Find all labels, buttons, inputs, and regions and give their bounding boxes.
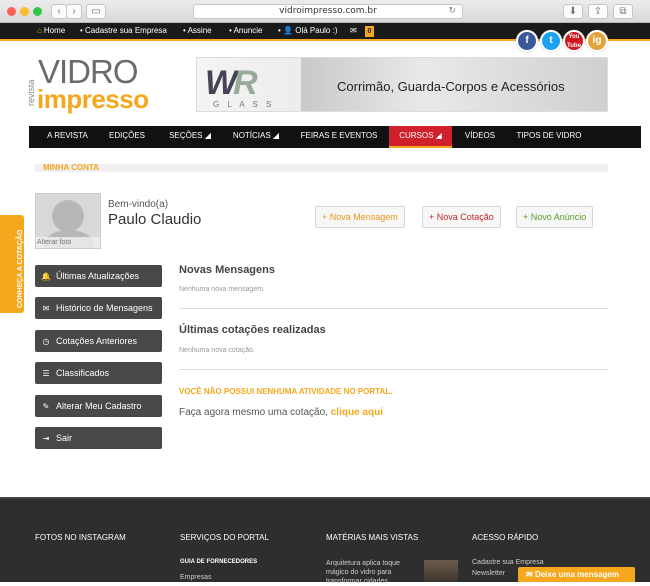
new-ad-button[interactable]: + Novo Anúncio <box>516 206 594 228</box>
nav-a-revista[interactable]: A REVISTA <box>40 126 95 148</box>
nav-feiras-eventos[interactable]: FEIRAS E EVENTOS <box>297 126 381 148</box>
back-button[interactable]: ‹ <box>51 4 67 19</box>
plus-icon: + <box>523 212 531 222</box>
click-here-link[interactable]: clique aqui <box>331 407 383 418</box>
section-divider <box>35 164 608 172</box>
main-nav: A REVISTA EDIÇÕES SEÇÕES ◢ NOTÍCIAS ◢ FE… <box>29 126 641 148</box>
nav-secoes[interactable]: SEÇÕES ◢ <box>165 126 215 148</box>
menu-edit-profile[interactable]: ✎ Alterar Meu Cadastro <box>35 395 162 417</box>
twitter-icon[interactable]: t <box>540 30 562 52</box>
section-title: MINHA CONTA <box>43 163 99 172</box>
sign-out-icon: ⇥ <box>42 434 50 443</box>
youtube-icon[interactable]: You Tube <box>563 30 585 52</box>
new-quote-button[interactable]: + Nova Cotação <box>422 206 501 228</box>
divider <box>179 369 608 370</box>
logo-revista: revista <box>26 79 36 106</box>
zoom-window-button[interactable] <box>33 7 42 16</box>
nav-noticias[interactable]: NOTÍCIAS ◢ <box>227 126 285 148</box>
menu-logout[interactable]: ⇥ Sair <box>35 427 162 449</box>
bell-icon: 🔔 <box>41 272 51 281</box>
new-messages-heading: Novas Mensagens <box>179 264 275 276</box>
menu-latest-updates[interactable]: 🔔 Últimas Atualizações <box>35 265 162 287</box>
banner-text: Corrimão, Guarda-Corpos e Acessórios <box>337 79 565 94</box>
footer-article-thumbnail[interactable] <box>424 560 458 582</box>
facebook-icon[interactable]: f <box>516 30 538 52</box>
latest-quotes-heading: Últimas cotações realizadas <box>179 324 326 336</box>
plus-icon: + <box>322 212 330 222</box>
footer-quick-cadastre[interactable]: Cadastre sua Empresa <box>472 559 544 566</box>
download-icon[interactable]: ⬇ <box>563 4 583 19</box>
message-count-badge: 0 <box>365 26 374 37</box>
avatar[interactable]: Alterar foto <box>35 193 101 249</box>
divider <box>179 308 608 309</box>
forward-button[interactable]: › <box>66 4 82 19</box>
user-icon: 👤 <box>283 26 293 35</box>
envelope-icon: ✉ <box>526 570 535 579</box>
reload-icon[interactable]: ↻ <box>448 5 456 18</box>
new-messages-empty: Nenhuma nova mensagem. <box>179 286 265 293</box>
change-photo-link[interactable]: Alterar foto <box>36 237 100 248</box>
menu-previous-quotes[interactable]: ◷ Cotações Anteriores <box>35 330 162 352</box>
minimize-window-button[interactable] <box>20 7 29 16</box>
close-window-button[interactable] <box>7 7 16 16</box>
menu-message-history[interactable]: ✉ Histórico de Mensagens <box>35 297 162 319</box>
footer-heading-instagram: FOTOS NO INSTAGRAM <box>35 533 126 542</box>
clock-icon: ◷ <box>42 337 50 346</box>
top-link-user[interactable]: • 👤 Olá Paulo :) <box>278 26 337 35</box>
nav-edicoes[interactable]: EDIÇÕES <box>103 126 151 148</box>
top-link-cadastre[interactable]: • Cadastre sua Empresa <box>80 26 167 35</box>
latest-quotes-empty: Nenhuma nova cotação. <box>179 347 255 354</box>
plus-icon: + <box>429 212 437 222</box>
pencil-icon: ✎ <box>42 402 50 411</box>
wr-glass-logo: WR <box>205 64 258 102</box>
instagram-icon[interactable]: ig <box>586 30 608 52</box>
welcome-text: Bem-vindo(a) <box>108 199 169 210</box>
quote-side-tab-label: CONHEÇA A COTAÇÃO <box>17 229 24 308</box>
url-text: vidroimpresso.com.br <box>279 6 377 16</box>
footer-quick-newsletter[interactable]: Newsletter <box>472 570 505 577</box>
tabs-icon[interactable]: ⧉ <box>613 4 633 19</box>
banner-glass-label: G L A S S <box>213 100 275 109</box>
new-message-button[interactable]: + Nova Mensagem <box>315 206 405 228</box>
footer-heading-most-viewed: MATÉRIAS MAIS VISTAS <box>326 533 419 542</box>
top-link-anuncie[interactable]: • Anuncie <box>229 26 263 35</box>
nav-cursos[interactable]: CURSOS ◢ <box>389 126 452 148</box>
browser-toolbar: ‹ › ▭ vidroimpresso.com.br ↻ ⬇ ⇪ ⧉ <box>0 0 650 23</box>
nav-tipos-vidro[interactable]: TIPOS DE VIDRO <box>512 126 586 148</box>
list-icon: ☰ <box>42 369 50 378</box>
envelope-icon: ✉ <box>42 304 50 313</box>
top-link-home[interactable]: ⌂ Home <box>37 26 65 35</box>
footer-heading-services: SERVIÇOS DO PORTAL <box>180 533 269 542</box>
chat-button[interactable]: ✉ Deixe uma mensagem <box>518 567 635 582</box>
menu-classifieds[interactable]: ☰ Classificados <box>35 362 162 384</box>
quote-cta: Faça agora mesmo uma cotação, clique aqu… <box>179 407 383 418</box>
address-bar[interactable]: vidroimpresso.com.br ↻ <box>193 4 463 19</box>
user-name: Paulo Claudio <box>108 211 202 228</box>
avatar-head-shape <box>52 200 84 232</box>
footer-guide-heading: GUIA DE FORNECEDORES <box>180 559 258 565</box>
no-activity-notice: VOCÊ NÃO POSSUI NENHUMA ATIVIDADE NO POR… <box>179 387 393 396</box>
home-icon: ⌂ <box>37 26 42 35</box>
quote-side-tab[interactable]: CONHEÇA A COTAÇÃO <box>0 215 24 313</box>
messages-icon[interactable]: ✉ <box>350 26 357 35</box>
sidebar-toggle-icon[interactable]: ▭ <box>86 4 106 19</box>
footer-empresas-link[interactable]: Empresas <box>180 574 212 581</box>
nav-videos[interactable]: VÍDEOS <box>458 126 502 148</box>
top-link-assine[interactable]: • Assine <box>183 26 212 35</box>
logo-impresso[interactable]: impresso <box>37 86 149 112</box>
banner-ad[interactable]: WR G L A S S Corrimão, Guarda-Corpos e A… <box>196 57 608 112</box>
footer-heading-quick-access: ACESSO RÁPIDO <box>472 533 539 542</box>
share-icon[interactable]: ⇪ <box>588 4 608 19</box>
